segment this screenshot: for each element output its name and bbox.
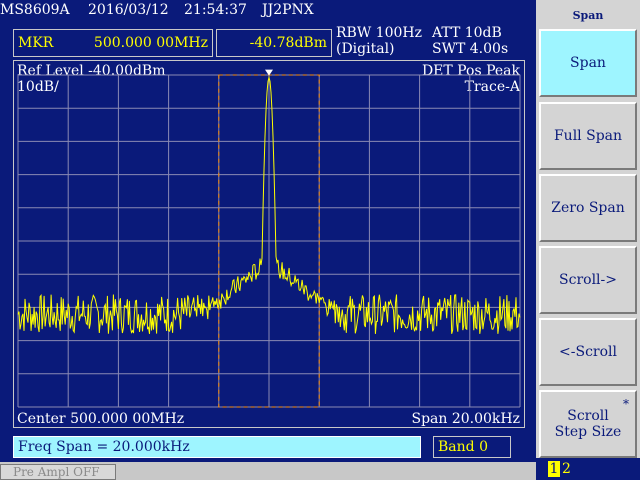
graticule [17,74,521,408]
rbw-readout: RBW 100Hz [336,25,422,41]
softkey-star-icon: * [623,397,629,411]
span-label: Span 20.00kHz [411,411,520,427]
center-frequency-label: Center 500.000 00MHz [17,411,185,427]
softkey-scroll-right[interactable]: Scroll-> [539,246,637,314]
softkey-scroll-step-size-label: Scroll Step Size [554,408,622,440]
softkey-scroll-step-size[interactable]: * Scroll Step Size [539,390,637,458]
att-readout: ATT 10dB [432,25,502,41]
marker-frequency-box: MKR 500.000 00MHz [13,29,213,57]
softkey-zero-span-label: Zero Span [551,200,625,216]
marker-level-box: -40.78dBm [216,29,332,57]
softkey-zero-span[interactable]: Zero Span [539,174,637,242]
time: 21:54:37 [184,2,247,18]
band-box: Band 0 [433,436,511,458]
band-label: Band 0 [438,439,488,455]
softkey-scroll-left-label: <-Scroll [559,344,617,360]
page-1-indicator[interactable]: 1 [548,461,560,477]
softkey-full-span[interactable]: Full Span [539,102,637,170]
status-message-box: Freq Span = 20.000kHz [13,436,421,458]
swt-readout: SWT 4.00s [432,41,509,57]
softkey-span-label: Span [570,55,606,71]
marker-frequency: 500.000 00MHz [93,35,208,51]
marker-level: -40.78dBm [249,35,327,51]
top-status-bar: MS8609A 2016/03/12 21:54:37 JJ2PNX [0,0,536,22]
page-2-indicator[interactable]: 2 [562,461,571,477]
callsign: JJ2PNX [262,2,314,18]
softkey-scroll-left[interactable]: <-Scroll [539,318,637,386]
model-name: MS8609A [0,2,70,18]
spectrum-display: Ref Level -40.00dBm 10dB/ DET Pos Peak T… [13,60,525,428]
softkey-menu-title: Span [536,0,640,28]
date: 2016/03/12 [88,2,169,18]
softkey-menu-title-text: Span [572,9,604,22]
marker-label: MKR [18,35,54,51]
preamp-label: Pre Ampl OFF [13,465,100,479]
rbw-mode-readout: (Digital) [336,41,395,57]
spectrum-plot [17,69,521,408]
menu-pager: 1 2 [536,458,640,480]
status-message: Freq Span = 20.000kHz [18,439,190,455]
softkey-span[interactable]: Span [539,29,637,97]
softkey-full-span-label: Full Span [553,128,623,144]
preamp-indicator: Pre Ampl OFF [0,464,116,480]
softkey-scroll-right-label: Scroll-> [559,272,617,288]
